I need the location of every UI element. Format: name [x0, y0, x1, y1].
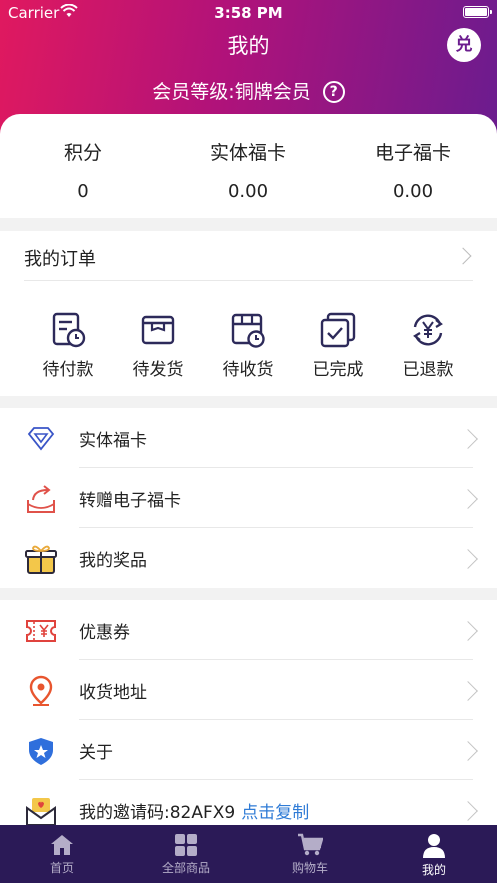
- menu-item-label: 收货地址: [79, 683, 147, 703]
- pending-payment-icon: [52, 312, 86, 348]
- tab-all-products[interactable]: 全部商品: [124, 825, 248, 883]
- stat-label: 电子福卡: [374, 142, 451, 164]
- tab-label: 全部商品: [161, 861, 210, 875]
- stat-physical-card[interactable]: 实体福卡 0.00: [165, 138, 331, 202]
- chevron-right-icon: [458, 621, 478, 641]
- menu-item-address[interactable]: 收货地址: [0, 660, 497, 720]
- chevron-right-icon: [458, 741, 478, 761]
- order-completed[interactable]: 已完成: [298, 311, 378, 380]
- menu-item-label: 我的奖品: [79, 551, 147, 571]
- stat-label: 积分: [63, 142, 102, 164]
- grid-icon: [175, 834, 197, 856]
- battery-icon: [463, 6, 492, 18]
- stat-e-card[interactable]: 电子福卡 0.00: [330, 138, 496, 202]
- tab-home[interactable]: 首页: [0, 825, 124, 883]
- location-pin-icon: [29, 675, 53, 706]
- menu-item-about[interactable]: 关于: [0, 720, 497, 780]
- chevron-right-icon: [454, 247, 472, 265]
- chevron-right-icon: [458, 549, 478, 569]
- tab-label: 首页: [49, 861, 74, 875]
- invite-code-text: 我的邀请码:82AFX9: [79, 803, 236, 823]
- menu-item-label: 关于: [79, 743, 113, 763]
- order-status-label: 待付款: [42, 360, 94, 380]
- chevron-right-icon: [458, 801, 478, 821]
- order-status-label: 待收货: [222, 360, 274, 380]
- order-refunded[interactable]: 已退款: [388, 311, 468, 380]
- my-orders-row[interactable]: 我的订单: [24, 231, 473, 281]
- order-pending-receipt[interactable]: 待收货: [208, 311, 288, 380]
- tab-label: 购物车: [291, 861, 328, 875]
- status-time: 3:58 PM: [214, 4, 283, 22]
- order-pending-payment[interactable]: 待付款: [28, 311, 108, 380]
- completed-icon: [320, 312, 356, 348]
- stat-value: 0: [77, 181, 89, 202]
- user-icon: [423, 834, 445, 858]
- transfer-icon: [27, 485, 55, 513]
- menu-item-physical-card[interactable]: 实体福卡: [0, 408, 497, 468]
- my-orders-label: 我的订单: [24, 249, 96, 270]
- member-level: 会员等级:铜牌会员?: [0, 77, 497, 104]
- pending-receipt-icon: [231, 313, 265, 348]
- menu-item-label: 转赠电子福卡: [79, 491, 181, 511]
- stat-value: 0.00: [392, 181, 434, 202]
- balance-stats: 积分 0 实体福卡 0.00 电子福卡 0.00: [0, 114, 497, 218]
- menu-item-transfer-card[interactable]: 转赠电子福卡: [0, 468, 497, 528]
- shield-star-icon: [29, 738, 53, 765]
- status-bar: Carrier 3:58 PM: [0, 0, 497, 26]
- refunded-icon: [413, 314, 443, 346]
- pending-shipment-icon: [141, 315, 175, 345]
- home-icon: [51, 835, 73, 855]
- menu-item-label: 我的邀请码:82AFX9 点击复制: [79, 798, 309, 823]
- chevron-right-icon: [458, 681, 478, 701]
- chevron-right-icon: [458, 489, 478, 509]
- menu-group-cards: 实体福卡 转赠电子福卡 我的奖品: [0, 408, 497, 588]
- menu-item-my-prizes[interactable]: 我的奖品: [0, 528, 497, 588]
- tab-label: 我的: [421, 863, 446, 877]
- chevron-right-icon: [458, 429, 478, 449]
- stat-points[interactable]: 积分 0: [0, 138, 166, 202]
- bottom-tab-bar: 首页 全部商品 购物车 我的: [0, 825, 497, 883]
- copy-invite-code-link[interactable]: 点击复制: [241, 803, 309, 823]
- page-title: 我的: [227, 34, 270, 58]
- order-status-label: 已退款: [402, 360, 454, 380]
- member-level-text: 会员等级:铜牌会员: [152, 81, 311, 103]
- tab-cart[interactable]: 购物车: [248, 825, 372, 883]
- coupon-icon: [26, 620, 56, 642]
- order-pending-shipment[interactable]: 待发货: [118, 311, 198, 380]
- diamond-icon: [27, 427, 55, 451]
- orders-section: 我的订单 待付款 待发货 待收货 已完成 已退款: [0, 231, 497, 396]
- tab-me[interactable]: 我的: [372, 825, 496, 883]
- cart-icon: [298, 833, 323, 856]
- menu-item-label: 实体福卡: [79, 431, 147, 451]
- gift-icon: [25, 545, 57, 574]
- order-status-label: 待发货: [132, 360, 184, 380]
- order-status-label: 已完成: [312, 360, 364, 380]
- order-status-shortcuts: 待付款 待发货 待收货 已完成 已退款: [0, 311, 497, 381]
- help-icon[interactable]: ?: [322, 81, 345, 103]
- stat-value: 0.00: [227, 181, 269, 202]
- menu-group-misc: 优惠券 收货地址 关于 我的邀请码:82AFX9 点击复制: [0, 600, 497, 826]
- menu-item-coupons[interactable]: 优惠券: [0, 600, 497, 660]
- invite-envelope-icon: [26, 798, 56, 826]
- menu-item-label: 优惠券: [79, 623, 130, 643]
- redeem-icon[interactable]: 兑: [447, 28, 481, 62]
- stat-label: 实体福卡: [209, 142, 286, 164]
